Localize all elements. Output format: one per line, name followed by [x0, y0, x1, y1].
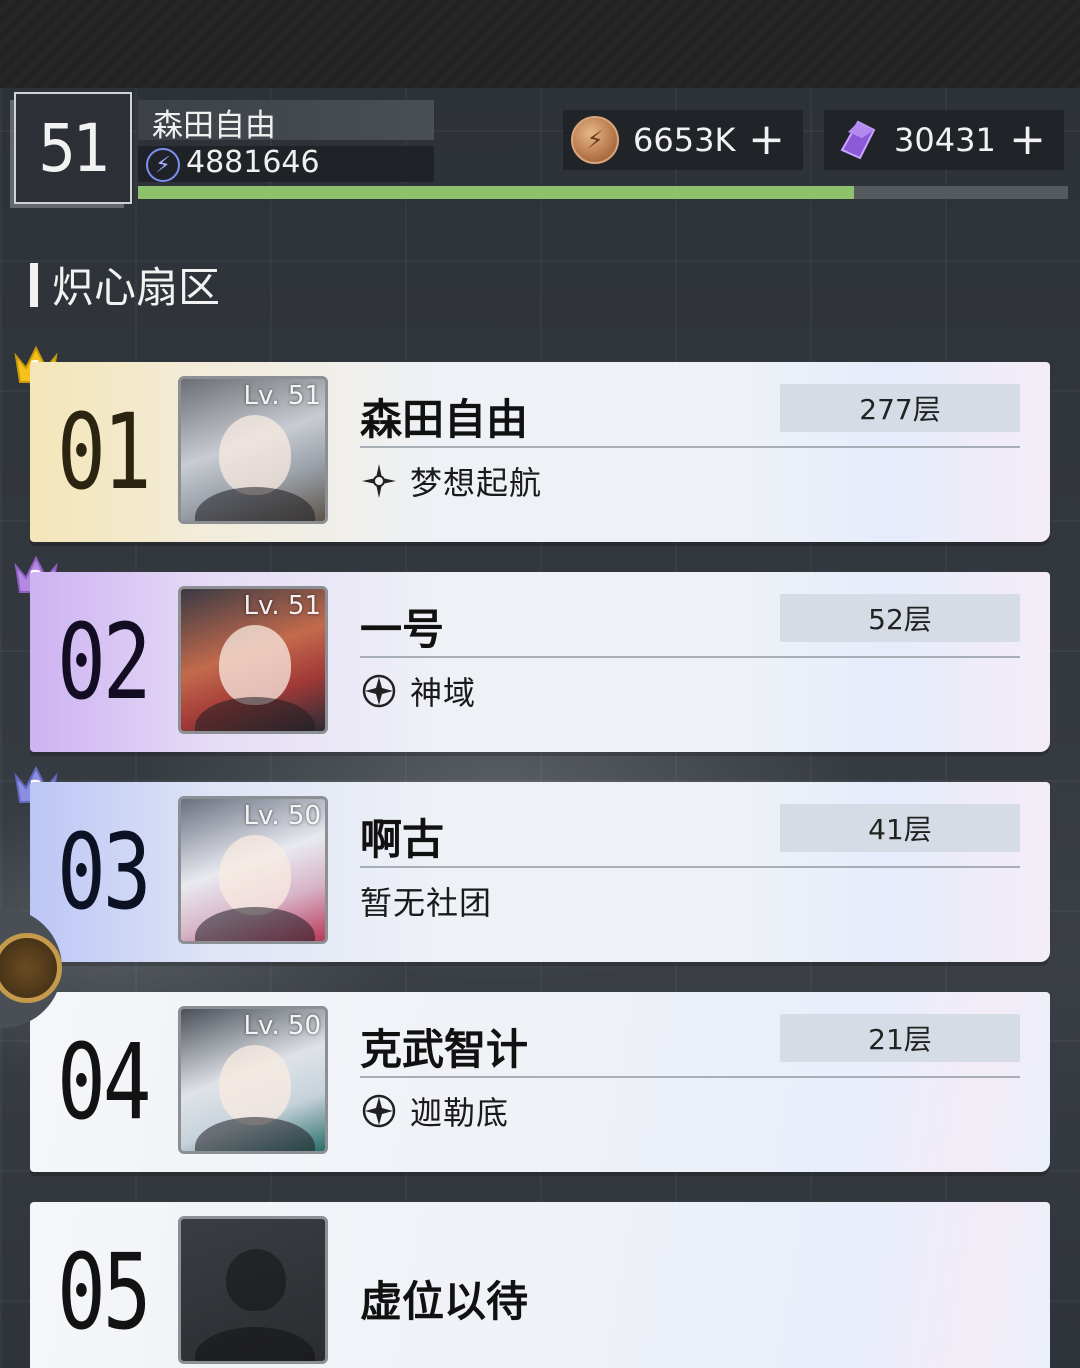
gem-currency: 30431 +	[824, 110, 1064, 170]
floor-badge: 41层	[780, 804, 1020, 852]
player-name: 一号	[360, 605, 445, 654]
power-value: 4881646	[186, 145, 320, 180]
guild-name: 暂无社团	[360, 884, 493, 922]
lightning-icon: ⚡	[146, 148, 180, 182]
gold-currency: ⚡ 6653K +	[563, 110, 803, 170]
ranking-row-5: 05 虚位以待	[30, 1202, 1050, 1368]
gem-icon	[832, 116, 880, 164]
gold-value: 6653K	[633, 121, 736, 159]
ranking-row-3[interactable]: 03 Lv. 50 啊古 41层 暂无社团	[30, 782, 1050, 962]
guild: 暂无社团	[360, 878, 492, 924]
avatar-level: Lv. 50	[243, 801, 321, 831]
guild-name: 神域	[410, 674, 477, 712]
player-level-box[interactable]: 51	[14, 92, 132, 204]
floor-badge: 277层	[780, 384, 1020, 432]
avatar-face	[219, 625, 291, 705]
ranking-row-4[interactable]: 04 Lv. 50 克武智计 21层 迦勒底	[30, 992, 1050, 1172]
rank-number: 03	[56, 811, 152, 933]
vacant-label: 虚位以待	[360, 1277, 529, 1326]
player-level: 51	[38, 109, 111, 187]
top-band	[0, 0, 1080, 88]
gear-icon	[0, 933, 62, 1003]
avatar-level: Lv. 50	[243, 1011, 321, 1041]
guild-name: 梦想起航	[410, 464, 543, 502]
divider	[360, 1076, 1020, 1078]
player-name: 啊古	[360, 815, 445, 864]
compass-icon	[360, 672, 398, 710]
coin-icon: ⚡	[571, 116, 619, 164]
avatar-level: Lv. 51	[243, 381, 321, 411]
rank-number: 02	[56, 601, 152, 723]
avatar[interactable]: Lv. 51	[178, 376, 328, 524]
compass-star-icon	[360, 462, 398, 500]
player-name: 森田自由	[152, 108, 276, 144]
player-name: 克武智计	[360, 1025, 529, 1074]
avatar-body	[195, 1117, 315, 1151]
ranking-row-2[interactable]: 02 Lv. 51 一号 52层 神域	[30, 572, 1050, 752]
avatar[interactable]: Lv. 50	[178, 1006, 328, 1154]
add-gem-button[interactable]: +	[1009, 118, 1046, 162]
avatar-body	[195, 907, 315, 941]
rank-number: 05	[56, 1231, 152, 1353]
avatar-face	[219, 415, 291, 495]
exp-bar-fill	[138, 186, 855, 199]
floor-badge: 21层	[780, 1014, 1020, 1062]
avatar-body	[195, 1327, 315, 1361]
avatar-face	[219, 835, 291, 915]
exp-bar	[138, 186, 1068, 199]
avatar-body	[195, 697, 315, 731]
ranking-row-1[interactable]: 01 Lv. 51 森田自由 277层 梦想起航	[30, 362, 1050, 542]
avatar-face	[226, 1249, 286, 1311]
rank-number: 04	[56, 1021, 152, 1143]
avatar[interactable]: Lv. 50	[178, 796, 328, 944]
compass-icon	[360, 1092, 398, 1130]
rank-number: 01	[56, 391, 152, 513]
divider	[360, 866, 1020, 868]
add-gold-button[interactable]: +	[748, 118, 785, 162]
avatar[interactable]: Lv. 51	[178, 586, 328, 734]
guild: 梦想起航	[360, 458, 542, 504]
section-title-text: 炽心扇区	[52, 263, 221, 312]
avatar-body	[195, 487, 315, 521]
divider	[360, 446, 1020, 448]
avatar-face	[219, 1045, 291, 1125]
gem-value: 30431	[894, 121, 996, 159]
section-bar	[30, 262, 38, 307]
guild: 迦勒底	[360, 1088, 509, 1134]
avatar-level: Lv. 51	[243, 591, 321, 621]
section-title: 炽心扇区	[30, 254, 220, 315]
player-name: 森田自由	[360, 395, 529, 444]
avatar-placeholder	[178, 1216, 328, 1364]
guild-name: 迦勒底	[410, 1094, 510, 1132]
guild: 神域	[360, 668, 476, 714]
divider	[360, 656, 1020, 658]
floor-badge: 52层	[780, 594, 1020, 642]
